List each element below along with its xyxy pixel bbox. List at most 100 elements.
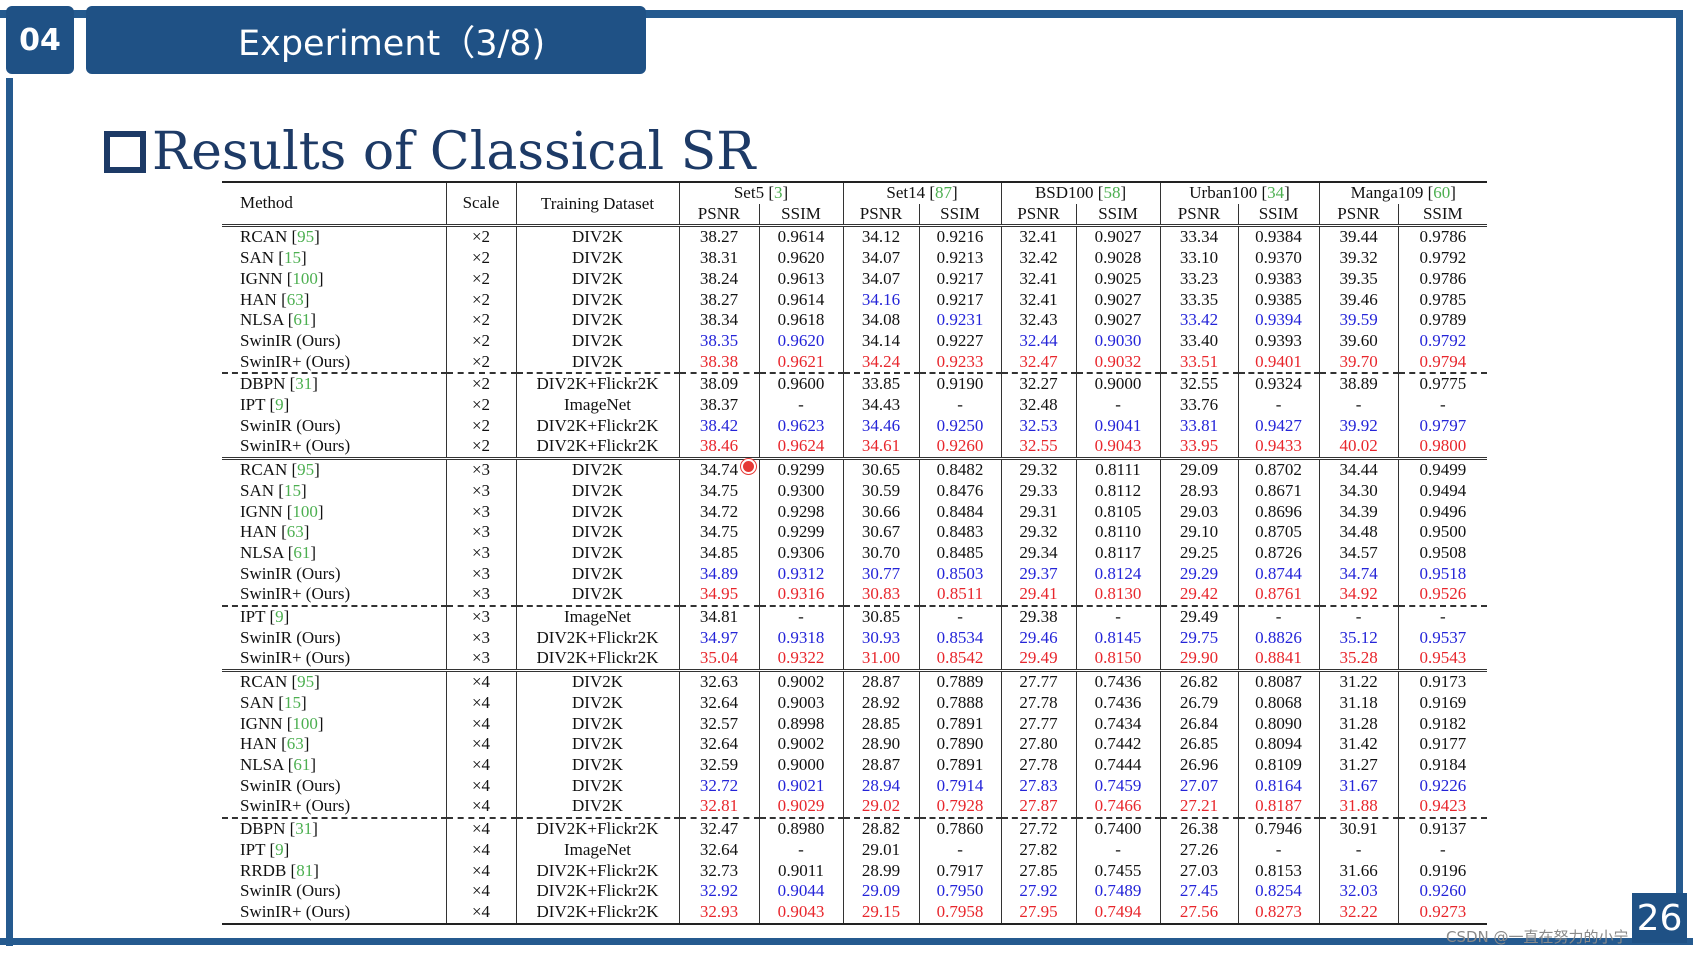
psnr-cell: 30.93: [842, 627, 920, 649]
ssim-cell: 0.7494: [1075, 901, 1161, 925]
training-dataset-cell: DIV2K: [515, 248, 679, 269]
psnr-cell: 27.78: [1000, 754, 1077, 776]
ssim-cell: 0.7891: [918, 713, 1002, 735]
scale-cell: ×4: [445, 901, 516, 925]
method-name: IPT: [240, 839, 266, 859]
ssim-cell: -: [758, 395, 844, 416]
ssim-cell: 0.8153: [1237, 860, 1320, 882]
training-dataset-cell: DIV2K: [515, 457, 679, 481]
method-cell: HAN [63]: [240, 522, 310, 542]
ssim-cell: 0.9785: [1397, 289, 1488, 311]
psnr-cell: 33.95: [1159, 436, 1239, 459]
citation-ref: 9: [275, 395, 284, 415]
ssim-cell: 0.8841: [1237, 648, 1320, 671]
psnr-cell: 40.02: [1318, 436, 1399, 459]
ssim-cell: 0.8671: [1237, 480, 1320, 502]
ssim-cell: 0.9216: [918, 224, 1002, 249]
ssim-cell: 0.9794: [1397, 351, 1488, 374]
ssim-cell: 0.9003: [758, 692, 844, 714]
ssim-cell: 0.8482: [918, 457, 1002, 481]
psnr-cell: 32.53: [1000, 415, 1077, 437]
psnr-cell: 31.27: [1318, 754, 1399, 776]
ssim-header: SSIM: [918, 203, 1002, 227]
ssim-cell: 0.9786: [1397, 268, 1488, 290]
ssim-cell: 0.9526: [1397, 584, 1488, 607]
psnr-cell: 30.83: [842, 584, 920, 607]
psnr-cell: 32.41: [1000, 289, 1077, 311]
psnr-cell: 38.27: [678, 224, 759, 249]
ssim-cell: 0.8130: [1075, 584, 1161, 607]
ssim-cell: 0.8109: [1237, 754, 1320, 776]
psnr-cell: 38.09: [678, 372, 759, 396]
citation-ref: 61: [293, 542, 311, 562]
psnr-cell: 33.35: [1159, 289, 1239, 311]
psnr-cell: 32.47: [1000, 351, 1077, 374]
ssim-cell: 0.8124: [1075, 563, 1161, 585]
ssim-cell: 0.8150: [1075, 648, 1161, 671]
scale-cell: ×4: [445, 669, 516, 693]
ssim-cell: 0.9021: [758, 775, 844, 797]
table-row: HAN [63] ×3 DIV2K 34.75 0.9299 30.67 0.8483 29.…: [222, 522, 1488, 543]
ssim-cell: 0.7436: [1075, 669, 1161, 693]
psnr-cell: 34.07: [842, 268, 920, 290]
citation-ref: 100: [292, 713, 318, 733]
citation-ref: 95: [297, 672, 315, 692]
psnr-cell: 29.37: [1000, 563, 1077, 585]
psnr-cell: 30.70: [842, 542, 920, 564]
ssim-cell: 0.9797: [1397, 415, 1488, 437]
ssim-cell: 0.9025: [1075, 268, 1161, 290]
psnr-cell: 32.03: [1318, 881, 1399, 902]
ssim-cell: 0.9613: [758, 268, 844, 290]
psnr-cell: 39.92: [1318, 415, 1399, 437]
psnr-cell: 32.22: [1318, 901, 1399, 925]
scale-cell: ×4: [445, 692, 516, 714]
psnr-cell: 31.66: [1318, 860, 1399, 882]
ssim-cell: 0.9518: [1397, 563, 1488, 585]
psnr-cell: 32.64: [678, 734, 759, 755]
citation-ref: 81: [296, 860, 314, 880]
psnr-cell: 33.85: [842, 372, 920, 396]
ssim-cell: 0.9260: [1397, 881, 1488, 902]
psnr-cell: 34.89: [678, 563, 759, 585]
method-name: SwinIR (Ours): [240, 627, 341, 647]
ssim-cell: 0.9137: [1397, 817, 1488, 840]
scale-x3-group: RCAN [95] ×3 DIV2K 34.74 0.9299 30.65 0.8482 29…: [222, 457, 1488, 671]
table-row: SwinIR+ (Ours) ×2 DIV2K+Flickr2K 38.46 0.962…: [222, 436, 1488, 459]
method-name: SwinIR+ (Ours): [240, 901, 351, 921]
method-name: HAN: [240, 734, 277, 754]
method-name: NLSA: [240, 310, 284, 330]
psnr-cell: -: [1318, 395, 1399, 416]
psnr-cell: 34.97: [678, 627, 759, 649]
psnr-cell: 38.42: [678, 415, 759, 437]
psnr-cell: 38.46: [678, 436, 759, 459]
ssim-cell: -: [918, 605, 1002, 628]
psnr-cell: 39.60: [1318, 330, 1399, 352]
psnr-cell: 39.35: [1318, 268, 1399, 290]
method-name: HAN: [240, 289, 277, 309]
citation-ref: 63: [286, 734, 304, 754]
ssim-cell: 0.9792: [1397, 330, 1488, 352]
method-column-header: Method: [222, 181, 446, 226]
method-name: SwinIR+ (Ours): [240, 436, 351, 456]
ssim-cell: 0.8542: [918, 648, 1002, 671]
method-cell: SwinIR (Ours): [222, 881, 446, 902]
psnr-cell: 34.43: [842, 395, 920, 416]
table-row: IGNN [100] ×3 DIV2K 34.72 0.9298 30.66 0.8484 2…: [222, 501, 1488, 523]
ssim-cell: 0.9300: [758, 480, 844, 502]
training-dataset-cell: DIV2K: [515, 522, 679, 543]
psnr-cell: 34.75: [678, 522, 759, 543]
scale-cell: ×2: [445, 224, 516, 249]
ssim-cell: 0.7860: [918, 817, 1002, 840]
psnr-cell: 31.88: [1318, 796, 1399, 819]
method-name: RCAN: [240, 460, 288, 480]
table-row: SwinIR (Ours) ×4 DIV2K 32.72 0.9021 28.94 0.79…: [222, 775, 1488, 797]
psnr-cell: 27.80: [1000, 734, 1077, 755]
ssim-header: SSIM: [1075, 203, 1161, 227]
psnr-cell: 32.55: [1000, 436, 1077, 459]
ssim-cell: 0.8511: [918, 584, 1002, 607]
ssim-cell: 0.9213: [918, 248, 1002, 269]
training-dataset-cell: DIV2K+Flickr2K: [515, 881, 679, 902]
method-cell: SwinIR+ (Ours): [222, 436, 446, 458]
scale-cell: ×2: [445, 351, 516, 374]
psnr-cell: 34.75: [678, 480, 759, 502]
